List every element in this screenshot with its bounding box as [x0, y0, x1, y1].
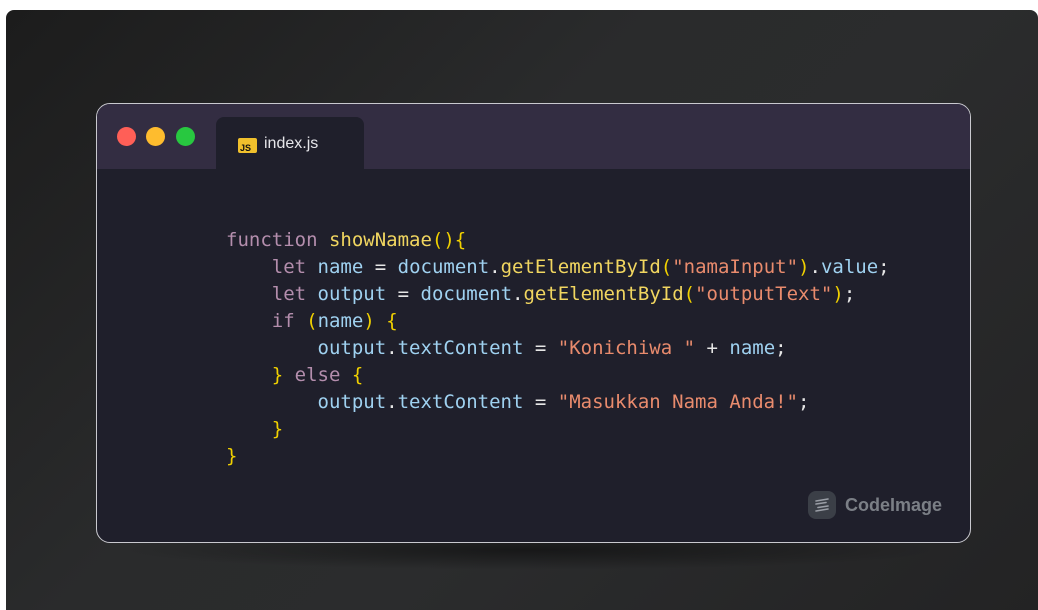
code-token: "Konichiwa ": [557, 337, 696, 359]
code-token: name: [317, 310, 364, 332]
code-token: (){: [431, 229, 467, 251]
code-token: if: [271, 310, 295, 332]
code-token: }: [271, 364, 284, 386]
code-token: .: [809, 256, 821, 278]
code-token: (: [306, 310, 318, 332]
tab-index-js[interactable]: JS index.js: [216, 117, 364, 169]
code-token: value: [820, 256, 879, 278]
code-token: showNamae: [328, 229, 432, 251]
code-token: ;: [798, 391, 810, 413]
code-token: .: [512, 283, 524, 305]
code-token: ;: [878, 256, 890, 278]
code-token: getElementById: [523, 283, 684, 305]
code-token: name: [729, 337, 776, 359]
code-token: ;: [775, 337, 787, 359]
code-token: {: [386, 310, 398, 332]
code-token: .: [386, 391, 398, 413]
code-token: ): [798, 256, 810, 278]
code-token: getElementById: [500, 256, 661, 278]
code-token: ): [832, 283, 844, 305]
tab-label: index.js: [264, 135, 319, 152]
window-titlebar: JS index.js: [97, 104, 970, 169]
codeimage-watermark: CodeImage: [807, 490, 942, 520]
code-token: =: [363, 256, 398, 278]
codeimage-logo-icon: [807, 491, 836, 519]
code-token: "Masukkan Nama Anda!": [557, 391, 798, 413]
code-token: document: [397, 256, 490, 278]
code-line: function showNamae(){: [226, 227, 890, 254]
watermark-label: CodeImage: [844, 494, 942, 515]
code-token: document: [420, 283, 513, 305]
code-token: let: [271, 283, 307, 305]
code-token: (: [683, 283, 696, 305]
code-token: textContent: [397, 337, 524, 359]
code-token: function: [226, 229, 318, 251]
code-line: let output = document.getElementById("ou…: [226, 281, 890, 308]
code-token: +: [695, 337, 730, 359]
minimize-light-icon: [146, 127, 165, 146]
code-token: .: [489, 256, 501, 278]
code-token: textContent: [397, 391, 524, 413]
code-token: }: [271, 418, 284, 440]
code-token: =: [523, 391, 558, 413]
code-block: function showNamae(){ let name = documen…: [226, 227, 890, 470]
code-window: JS index.js function showNamae(){ let na…: [96, 103, 971, 543]
code-token: let: [271, 256, 307, 278]
code-token: else: [294, 364, 341, 386]
code-token: output: [317, 391, 387, 413]
code-line: }: [226, 416, 890, 443]
code-token: ): [363, 310, 375, 332]
code-line: let name = document.getElementById("nama…: [226, 254, 890, 281]
code-token: "outputText": [695, 283, 833, 305]
code-line: }: [226, 443, 890, 470]
close-light-icon: [117, 127, 136, 146]
code-token: =: [386, 283, 421, 305]
code-line: if (name) {: [226, 308, 890, 335]
code-token: name: [317, 256, 364, 278]
js-icon-text: JS: [240, 143, 252, 153]
code-token: ;: [843, 283, 856, 305]
code-line: } else {: [226, 362, 890, 389]
code-token: }: [226, 445, 238, 467]
code-token: {: [351, 364, 364, 386]
code-line: output.textContent = "Masukkan Nama Anda…: [226, 389, 890, 416]
code-token: output: [317, 283, 387, 305]
code-token: output: [317, 337, 387, 359]
code-token: .: [386, 337, 398, 359]
code-token: =: [523, 337, 558, 359]
code-line: output.textContent = "Konichiwa " + name…: [226, 335, 890, 362]
maximize-light-icon: [176, 127, 195, 146]
code-token: (: [660, 256, 673, 278]
code-token: "namaInput": [672, 256, 799, 278]
js-file-icon: JS: [238, 138, 257, 153]
background-canvas: JS index.js function showNamae(){ let na…: [6, 10, 1038, 610]
